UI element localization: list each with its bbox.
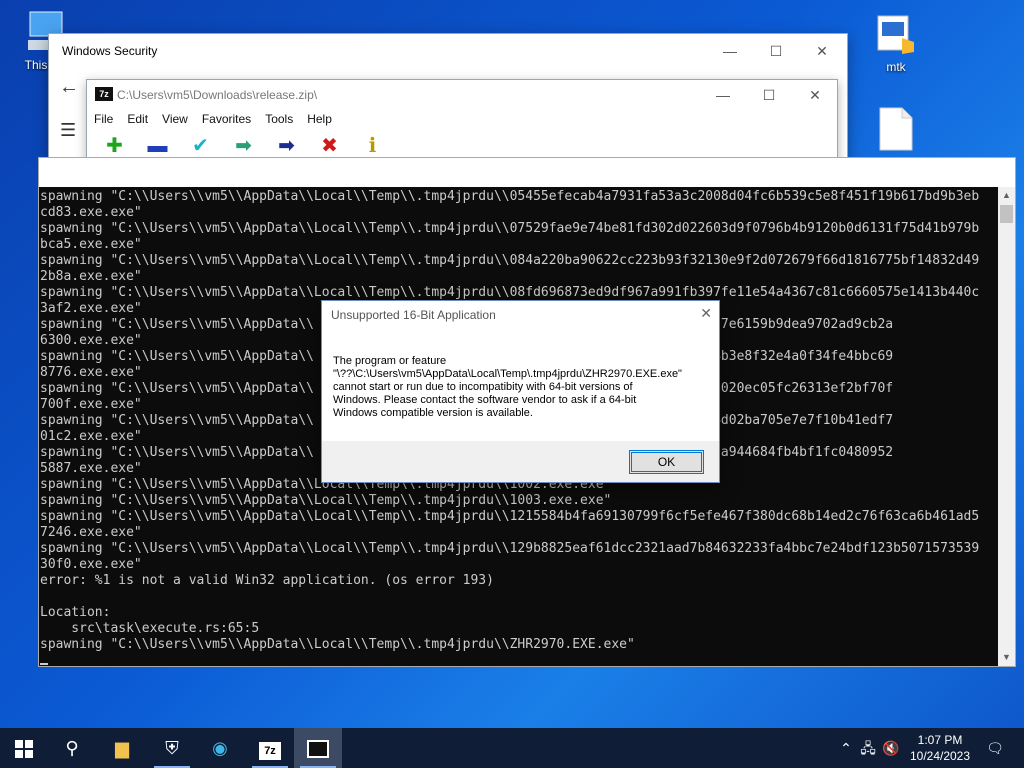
sevenzip-taskbar-icon[interactable]: 7z [246,728,294,768]
maximize-button[interactable]: ☐ [753,38,799,64]
console-scrollbar[interactable]: ▲ ▼ [998,187,1015,666]
dialog-footer: OK [322,441,719,482]
network-icon[interactable]: 🖧 [858,728,878,768]
dialog-title: Unsupported 16-Bit Application [331,308,496,322]
dialog-message: The program or feature "\??\C:\Users\vm5… [333,355,682,419]
desktop-icon-mtk[interactable]: mtk [864,12,928,74]
window-title: C:\Users\vm5\Downloads\release.zip\ [117,88,318,102]
desktop-icon-file[interactable] [864,106,928,156]
test-icon[interactable]: ✔ [179,134,222,158]
unsupported-16bit-dialog: Unsupported 16-Bit Application ✕ The pro… [321,300,720,483]
menu-file[interactable]: File [87,110,120,130]
search-icon[interactable]: ⚲ [48,728,96,768]
close-icon[interactable]: ✕ [700,305,712,322]
menu-help[interactable]: Help [300,110,339,130]
notification-icon[interactable]: 🗨 [980,728,1010,768]
taskbar: ⚲ ▆ ⛨ ◉ 7z ⌃ 🖧 🔇 1:07 PM 10/24/2023 🗨 [0,728,1024,768]
scroll-up-arrow-icon[interactable]: ▲ [998,187,1015,204]
file-explorer-icon[interactable]: ▆ [98,728,146,768]
toolbar: ✚ ▬ ✔ ➡ ➡ ✖ ℹ [93,134,394,158]
minimize-button[interactable]: — [700,82,746,108]
mtk-icon [877,15,914,54]
maximize-button[interactable]: ☐ [746,82,792,108]
delete-icon[interactable]: ✖ [308,134,351,158]
clock[interactable]: 1:07 PM 10/24/2023 [905,732,975,764]
close-button[interactable]: ✕ [792,82,838,108]
volume-muted-icon[interactable]: 🔇 [880,728,902,768]
console-titlebar[interactable] [39,158,1015,187]
console-taskbar-icon[interactable] [294,728,342,768]
close-button[interactable]: ✕ [799,38,845,64]
file-icon [879,107,913,151]
move-icon[interactable]: ➡ [265,134,308,158]
clock-time: 1:07 PM [917,733,963,747]
info-icon[interactable]: ℹ [351,134,394,158]
edge-browser-icon[interactable]: ◉ [196,728,244,768]
scroll-thumb[interactable] [1000,205,1013,223]
add-icon[interactable]: ✚ [93,134,136,158]
desktop-icon-label: mtk [886,60,906,74]
chevron-up-icon[interactable]: ⌃ [836,728,856,768]
menu-bar: File Edit View Favorites Tools Help [87,110,339,130]
menu-tools[interactable]: Tools [258,110,300,130]
scroll-down-arrow-icon[interactable]: ▼ [998,649,1015,666]
clock-date: 10/24/2023 [909,749,971,763]
menu-view[interactable]: View [155,110,195,130]
console-cursor [40,663,48,665]
start-windows-icon[interactable] [0,728,48,768]
menu-icon[interactable]: ☰ [60,120,76,141]
sevenzip-window: 7z C:\Users\vm5\Downloads\release.zip\ —… [86,79,838,169]
minimize-button[interactable]: — [707,38,753,64]
ok-button[interactable]: OK [629,450,704,474]
extract-icon[interactable]: ▬ [136,134,179,158]
window-title: Windows Security [62,44,158,58]
copy-icon[interactable]: ➡ [222,134,265,158]
sevenzip-logo-icon: 7z [95,87,113,101]
back-arrow-icon[interactable]: ← [59,76,79,99]
menu-favorites[interactable]: Favorites [195,110,258,130]
menu-edit[interactable]: Edit [120,110,155,130]
windows-security-shield-icon[interactable]: ⛨ [148,728,196,768]
